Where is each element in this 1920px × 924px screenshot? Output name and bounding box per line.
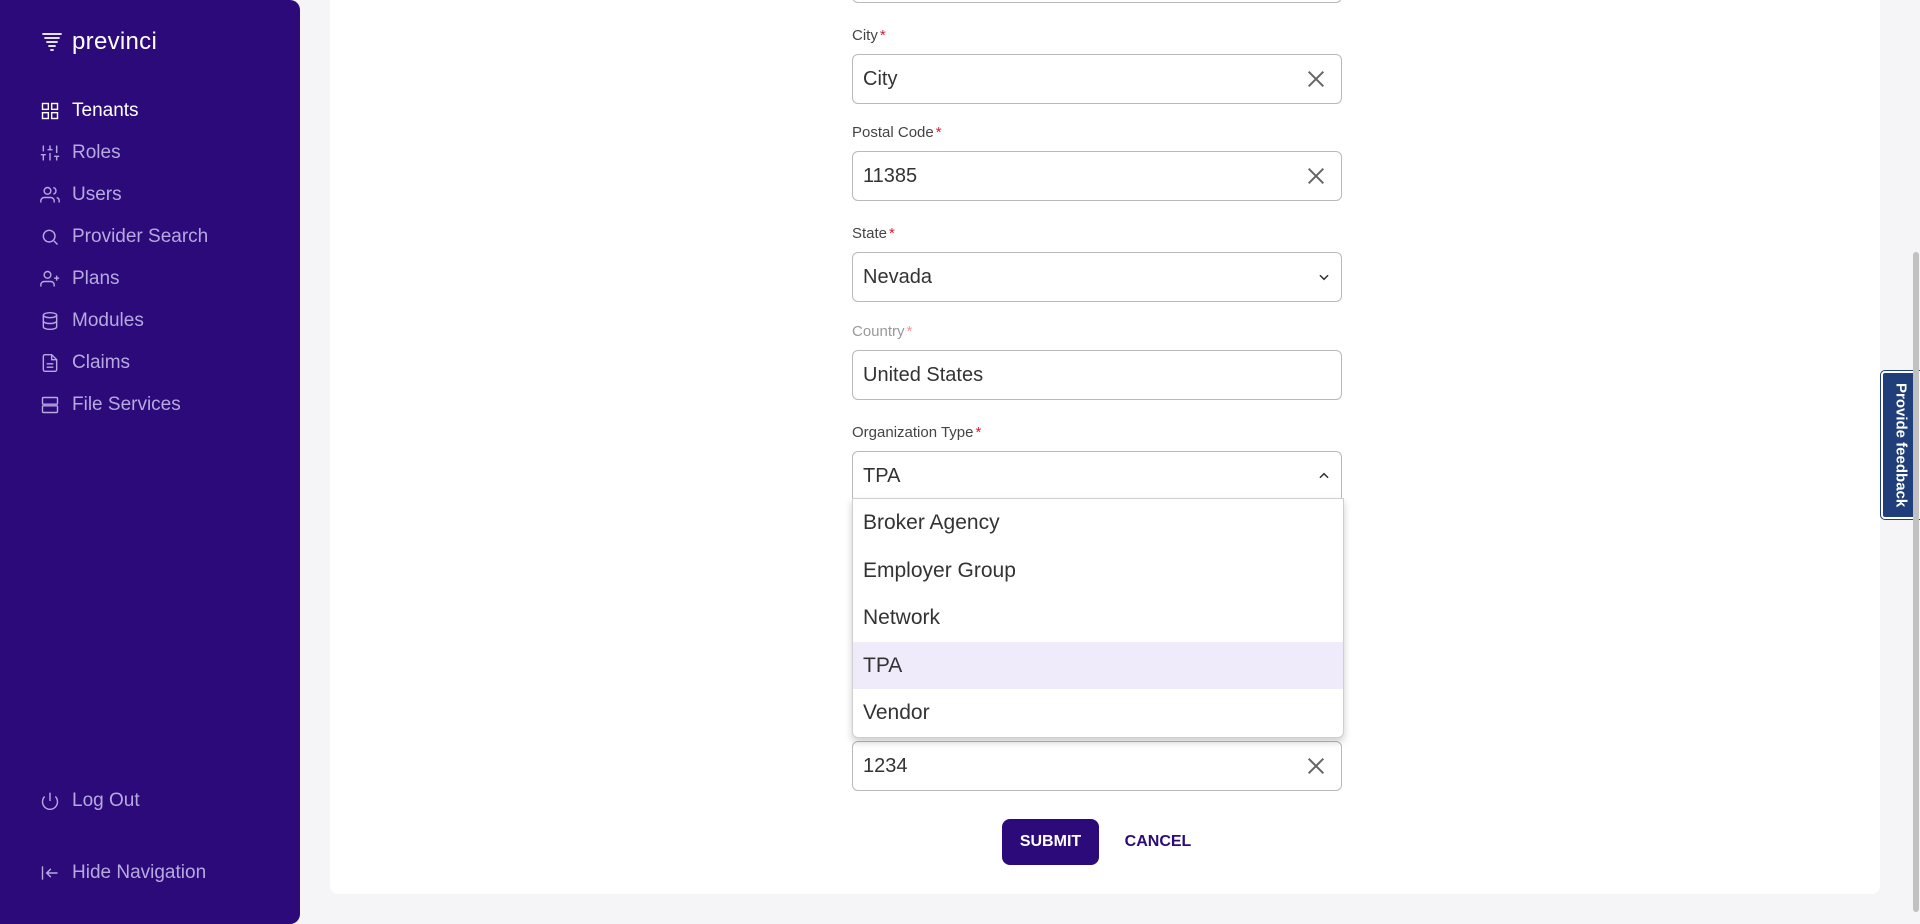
sidebar-item-label: Users	[72, 184, 122, 205]
sidebar-item-tenants[interactable]: Tenants	[40, 90, 208, 132]
option-tpa[interactable]: TPA	[853, 641, 1343, 690]
hide-navigation-label: Hide Navigation	[72, 862, 207, 883]
grid-icon	[41, 102, 59, 120]
sidebar-item-label: Roles	[72, 142, 121, 163]
option-employer-group[interactable]: Employer Group	[853, 547, 1343, 595]
sidebar: previnci Tenants Roles Users Provider Se…	[0, 0, 300, 924]
obscured-input[interactable]: 1234	[852, 741, 1342, 791]
sidebar-item-claims[interactable]: Claims	[40, 342, 208, 384]
city-input[interactable]: City	[852, 54, 1342, 104]
organization-type-field: Organization Type * TPA	[852, 423, 1342, 501]
country-label: Country *	[852, 323, 913, 340]
logo-text: previnci	[72, 28, 158, 55]
postal-code-value: 11385	[863, 165, 918, 187]
organization-type-select[interactable]: TPA	[852, 451, 1342, 501]
sidebar-item-label: Provider Search	[72, 226, 209, 247]
sidebar-item-modules[interactable]: Modules	[40, 300, 208, 342]
power-icon	[41, 792, 59, 810]
sidebar-item-provider-search[interactable]: Provider Search	[40, 216, 208, 258]
hide-navigation-button[interactable]: Hide Navigation	[40, 852, 206, 894]
cancel-button[interactable]: CANCEL	[1118, 819, 1198, 865]
file-icon	[42, 353, 58, 373]
submit-button[interactable]: SUBMIT	[1002, 819, 1099, 865]
option-broker-agency[interactable]: Broker Agency	[853, 499, 1343, 547]
country-field: Country * United States	[852, 322, 1342, 400]
chevron-down-icon	[1319, 274, 1329, 281]
collapse-left-icon	[41, 866, 58, 880]
state-value: Nevada	[863, 266, 932, 288]
server-icon	[41, 396, 59, 414]
postal-code-label: Postal Code *	[852, 124, 942, 141]
state-select[interactable]: Nevada	[852, 252, 1342, 302]
sliders-icon	[40, 145, 60, 161]
provide-feedback-label: Provide feedback	[1892, 382, 1910, 508]
sidebar-item-label: Plans	[72, 268, 120, 289]
sidebar-item-label: Modules	[72, 310, 144, 331]
logout-button[interactable]: Log Out	[40, 780, 140, 822]
postal-code-field: Postal Code * 11385	[852, 123, 1342, 201]
clear-icon[interactable]	[1305, 755, 1327, 777]
state-label: State *	[852, 225, 895, 242]
city-value: City	[863, 68, 898, 90]
database-icon	[42, 311, 58, 331]
sidebar-nav: Tenants Roles Users Provider Search Plan…	[40, 90, 208, 426]
city-field: City * City	[852, 26, 1342, 104]
sidebar-item-roles[interactable]: Roles	[40, 132, 208, 174]
sidebar-item-label: File Services	[72, 394, 181, 415]
search-icon	[42, 229, 59, 246]
clear-icon[interactable]	[1305, 68, 1327, 90]
logout-label: Log Out	[72, 790, 140, 811]
user-plus-icon	[40, 270, 60, 287]
previnci-logo-icon	[42, 33, 62, 51]
organization-type-value: TPA	[863, 465, 901, 487]
sidebar-item-plans[interactable]: Plans	[40, 258, 208, 300]
sidebar-item-label: Tenants	[72, 100, 139, 121]
option-vendor[interactable]: Vendor	[853, 689, 1343, 737]
country-input: United States	[852, 350, 1342, 400]
obscured-value: 1234	[863, 755, 908, 777]
chevron-up-icon	[1319, 472, 1329, 479]
sidebar-item-file-services[interactable]: File Services	[40, 384, 208, 426]
scrollbar-thumb[interactable]	[1913, 252, 1919, 912]
logo[interactable]: previnci	[40, 28, 157, 56]
clear-icon[interactable]	[1305, 165, 1327, 187]
postal-code-input[interactable]: 11385	[852, 151, 1342, 201]
sidebar-item-label: Claims	[72, 352, 131, 373]
state-field: State * Nevada	[852, 224, 1342, 302]
city-label: City *	[852, 27, 886, 44]
users-icon	[40, 186, 60, 203]
sidebar-item-users[interactable]: Users	[40, 174, 208, 216]
organization-type-label: Organization Type *	[852, 424, 982, 441]
country-value: United States	[863, 364, 984, 386]
option-network[interactable]: Network	[853, 594, 1343, 642]
address-field-edge[interactable]	[852, 0, 1342, 3]
organization-type-dropdown: Broker Agency Employer Group Network TPA…	[852, 498, 1344, 738]
